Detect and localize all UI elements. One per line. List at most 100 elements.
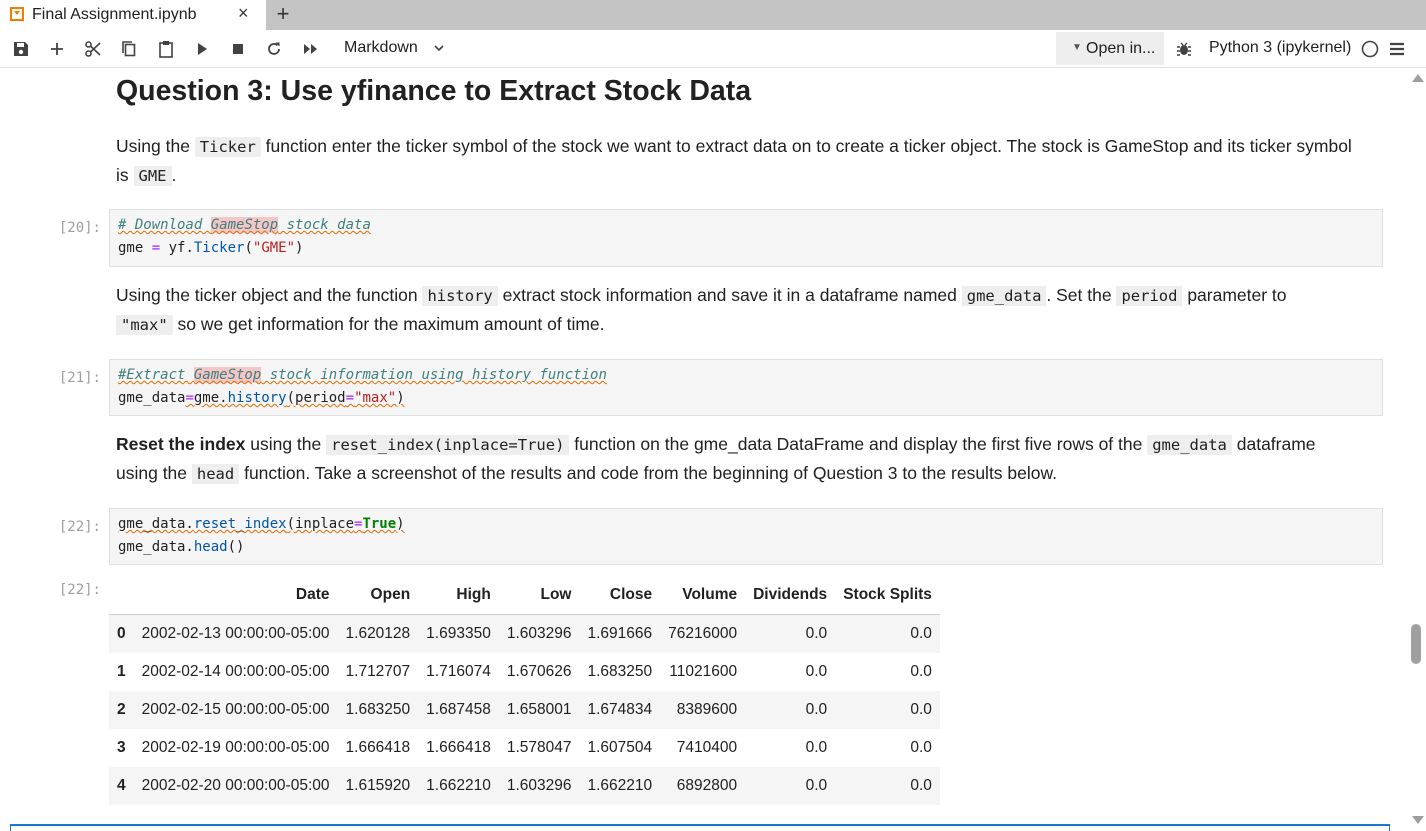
inline-code: "max" (116, 315, 173, 335)
scroll-up-icon[interactable] (1412, 74, 1424, 82)
code-token: ) (295, 240, 304, 256)
code-string: "max" (354, 390, 397, 406)
md-text: function on the gme_data DataFrame and d… (569, 434, 1148, 454)
table-cell: 1.666418 (345, 739, 411, 756)
code-comment-highlight: GameStop (193, 367, 262, 383)
column-header: Volume (660, 576, 746, 615)
code-line: # Download GameStop stock data (118, 217, 371, 233)
table-cell: 1.615920 (337, 767, 419, 805)
table-row: 0 2002-02-13 00:00:00-05:00 1.620128 1.6… (109, 614, 940, 653)
code-token: ( (244, 240, 253, 256)
inline-code: reset_index(inplace=True) (326, 435, 570, 455)
row-index: 4 (109, 767, 134, 805)
md-text: so we get information for the maximum am… (172, 314, 605, 334)
code-token: gme_data (118, 390, 186, 406)
table-cell: 2002-02-20 00:00:00-05:00 (133, 767, 338, 805)
inline-code: period (1116, 286, 1183, 306)
table-cell: 1.603296 (498, 614, 580, 653)
inline-code: gme_data (961, 286, 1047, 306)
output-dataframe: Date Open High Low Close Volume Dividend… (109, 576, 940, 805)
code-operator: = (345, 390, 355, 406)
table-cell: 1.687458 (418, 691, 499, 729)
table-cell: 1.607504 (587, 739, 653, 756)
scroll-down-icon[interactable] (1412, 816, 1424, 824)
code-function: reset_index (193, 516, 287, 532)
open-in-label: Open in... (1086, 40, 1156, 57)
table-cell: 1.670626 (506, 663, 572, 680)
run-icon[interactable] (191, 38, 213, 60)
table-cell: 0.0 (910, 739, 932, 756)
debugger-icon[interactable] (1173, 38, 1195, 60)
inline-code: history (422, 286, 498, 306)
code-operator: = (151, 240, 161, 256)
vertical-scrollbar[interactable] (1406, 68, 1426, 831)
stop-icon[interactable] (227, 38, 249, 60)
md-text: extract stock information and save it in… (497, 285, 962, 305)
paste-icon[interactable] (155, 38, 177, 60)
run-all-icon[interactable] (300, 38, 322, 60)
column-header: Stock Splits (835, 576, 940, 615)
md-text: is (116, 165, 134, 185)
output-prompt: [22]: (58, 582, 101, 598)
code-line: gme_data.reset_index(inplace=True) (118, 516, 405, 532)
notebook-toolbar: Markdown ▼ Open in... Python 3 (ipykerne… (0, 30, 1426, 68)
code-function: head (193, 539, 228, 555)
scrollbar-thumb[interactable] (1411, 624, 1421, 664)
column-header: Open (337, 576, 419, 615)
table-cell: 1.620128 (337, 614, 419, 653)
markdown-cell-reset-index[interactable]: Reset the index using the reset_index(in… (116, 430, 1376, 488)
copy-icon[interactable] (118, 38, 140, 60)
code-operator: = (185, 390, 194, 406)
table-cell: 2002-02-14 00:00:00-05:00 (141, 663, 330, 680)
tab-title: Final Assignment.ipynb (32, 6, 197, 23)
close-icon[interactable]: × (238, 3, 249, 24)
menu-icon[interactable] (1386, 38, 1408, 60)
input-prompt: [20]: (58, 220, 101, 236)
md-text: using the (245, 434, 327, 454)
table-cell: 1.683250 (337, 691, 419, 729)
code-line: gme = yf.Ticker("GME") (118, 240, 303, 256)
restart-icon[interactable] (263, 38, 285, 60)
code-cell-20[interactable]: # Download GameStop stock data gme = yf.… (109, 209, 1383, 267)
table-row: 4 2002-02-20 00:00:00-05:00 1.615920 1.6… (109, 767, 940, 805)
table-cell: 1.662210 (418, 767, 499, 805)
table-cell: 1.691666 (579, 614, 661, 653)
table-row: 1 2002-02-14 00:00:00-05:00 1.712707 1.7… (109, 653, 940, 691)
code-token: gme_data. (118, 539, 194, 555)
table-cell: 0.0 (835, 691, 940, 729)
kernel-name[interactable]: Python 3 (ipykernel) (1209, 39, 1351, 57)
notebook-tab[interactable]: Final Assignment.ipynb × (0, 0, 266, 30)
save-icon[interactable] (10, 38, 32, 60)
markdown-cell-history[interactable]: Using the ticker object and the function… (116, 281, 1376, 339)
table-cell: 7410400 (676, 739, 738, 756)
code-cell-21[interactable]: #Extract GameStop stock information usin… (109, 359, 1383, 416)
code-token: (inplace (286, 516, 355, 532)
table-cell: 2002-02-13 00:00:00-05:00 (133, 614, 338, 653)
chevron-down-icon[interactable] (432, 41, 446, 55)
open-in-button[interactable]: ▼ Open in... (1056, 32, 1164, 65)
row-index: 1 (117, 663, 126, 680)
code-comment-highlight: GameStop (210, 217, 279, 233)
cell-type-select[interactable]: Markdown (344, 39, 418, 57)
tab-bar: Final Assignment.ipynb × + (0, 0, 1426, 30)
code-token: gme. (193, 390, 228, 406)
code-comment: # Download (118, 217, 211, 233)
md-text: . (171, 165, 177, 185)
row-index: 0 (109, 614, 134, 653)
md-text: function enter the ticker symbol of the … (260, 136, 1352, 156)
kernel-status-icon (1359, 38, 1381, 60)
code-token: ) (396, 390, 405, 406)
new-tab-button[interactable]: + (268, 0, 298, 30)
add-icon[interactable] (46, 38, 68, 60)
inline-code: Ticker (194, 137, 261, 157)
active-cell-border[interactable] (10, 824, 1390, 831)
md-text: dataframe (1231, 434, 1316, 454)
table-cell: 1.578047 (506, 739, 572, 756)
md-text: using the (116, 463, 192, 483)
code-cell-22[interactable]: gme_data.reset_index(inplace=True) gme_d… (109, 508, 1383, 565)
table-cell: 0.0 (910, 663, 932, 680)
column-header: Date (133, 576, 338, 615)
markdown-cell-ticker[interactable]: Using the Ticker function enter the tick… (116, 132, 1376, 190)
cut-icon[interactable] (82, 38, 104, 60)
code-function: history (227, 390, 287, 406)
